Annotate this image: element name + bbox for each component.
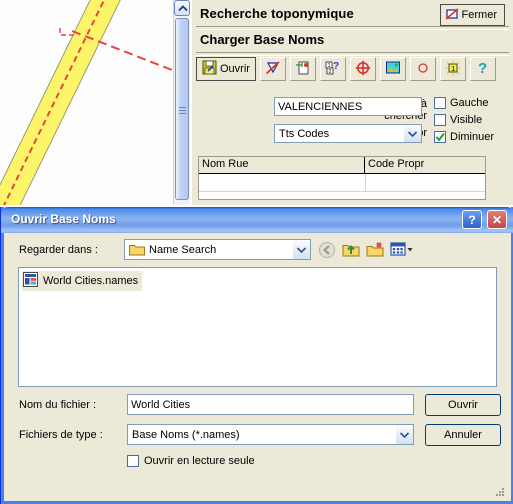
column-header-code-propr[interactable]: Code Propr — [365, 157, 485, 173]
folder-icon — [125, 243, 145, 256]
layer-one-icon: 1 — [445, 60, 461, 79]
checkbox-visible-label: Visible — [450, 114, 483, 126]
file-list[interactable]: World Cities.names — [18, 267, 497, 387]
scrollbar-grip-icon — [179, 107, 186, 114]
picture-icon — [385, 60, 401, 79]
list-item-label: World Cities.names — [43, 275, 139, 287]
up-folder-icon[interactable] — [340, 239, 362, 260]
export-document-button[interactable] — [289, 57, 316, 81]
open-button[interactable]: Ouvrir — [425, 394, 501, 416]
svg-text:?: ? — [478, 60, 487, 76]
filetype-label: Fichiers de type : — [19, 429, 103, 441]
crosshair-target-icon — [355, 60, 371, 79]
dialog-body: Regarder dans : Name Search World Cities… — [4, 233, 511, 501]
checkbox-visible-box[interactable] — [434, 114, 446, 126]
chevron-down-icon[interactable] — [403, 125, 421, 142]
chevron-down-icon[interactable] — [292, 240, 310, 259]
toponym-search-panel: Recherche toponymique Fermer Charger Bas… — [191, 0, 513, 205]
checkbox-diminuer-box[interactable] — [434, 131, 446, 143]
names-file-icon — [23, 272, 38, 290]
target-locate-button[interactable] — [349, 57, 376, 81]
map-canvas[interactable] — [0, 0, 190, 205]
numbered-question-icon: 1 2 ? — [325, 60, 341, 79]
views-icon[interactable] — [388, 239, 416, 260]
dialog-close-button[interactable]: ✕ — [487, 210, 507, 229]
checkbox-diminuer[interactable]: Diminuer — [434, 131, 494, 143]
document-arrow-icon — [295, 60, 311, 79]
filename-input[interactable] — [127, 394, 414, 415]
circle-outline-icon — [416, 61, 430, 78]
svg-text:1: 1 — [451, 66, 455, 73]
picture-layer-button[interactable] — [379, 57, 406, 81]
svg-text:?: ? — [333, 61, 339, 72]
panel-toolbar: Ouvrir 1 2 ? 1 ? — [196, 57, 496, 81]
list-item[interactable]: World Cities.names — [22, 271, 143, 291]
chevron-down-icon[interactable] — [395, 425, 413, 444]
cell-code-propr — [366, 174, 485, 191]
new-folder-icon[interactable] — [364, 239, 386, 260]
checkbox-diminuer-label: Diminuer — [450, 131, 495, 143]
filetype-combo[interactable]: Base Noms (*.names) — [127, 424, 414, 445]
column-header-nom-rue[interactable]: Nom Rue — [199, 157, 365, 173]
dialog-help-button[interactable]: ? — [462, 210, 482, 229]
results-grid-header: Nom Rue Code Propr — [199, 157, 485, 174]
readonly-checkbox-box[interactable] — [127, 455, 139, 467]
checkbox-gauche-box[interactable] — [434, 97, 446, 109]
delete-crossed-icon — [265, 60, 281, 79]
layer-one-button[interactable]: 1 — [439, 57, 466, 81]
checkbox-gauche-label: Gauche — [450, 97, 489, 109]
readonly-checkbox-label: Ouvrir en lecture seule — [144, 455, 255, 467]
cancel-button[interactable]: Annuler — [425, 424, 501, 446]
query-codes-button[interactable]: 1 2 ? — [319, 57, 346, 81]
look-in-label: Regarder dans : — [19, 244, 98, 256]
code-propr-value: Tts Codes — [279, 127, 330, 140]
open-base-button[interactable]: Ouvrir — [196, 57, 256, 81]
back-icon[interactable] — [316, 239, 338, 260]
map-road-centerline — [0, 0, 127, 205]
close-crossed-icon — [445, 7, 459, 24]
checkbox-visible[interactable]: Visible — [434, 114, 482, 126]
filetype-value: Base Noms (*.names) — [132, 428, 240, 441]
svg-text:2: 2 — [329, 69, 332, 75]
close-panel-button[interactable]: Fermer — [439, 4, 505, 26]
divider-2 — [196, 52, 509, 56]
open-file-dialog: Ouvrir Base Noms ? ✕ Regarder dans : Nam… — [0, 207, 513, 504]
look-in-value: Name Search — [149, 243, 217, 256]
resize-grip-icon[interactable] — [495, 487, 505, 497]
delete-base-button[interactable] — [259, 57, 286, 81]
scrollbar-thumb[interactable] — [175, 18, 189, 200]
cell-nom-rue — [199, 174, 366, 191]
panel-subtitle: Charger Base Noms — [200, 32, 325, 47]
help-button[interactable]: ? — [469, 57, 496, 81]
scroll-up-arrow-icon[interactable] — [174, 0, 190, 16]
table-row[interactable] — [199, 174, 485, 192]
circle-marker-button[interactable] — [409, 57, 436, 81]
floppy-disk-open-icon — [202, 60, 217, 78]
open-base-label: Ouvrir — [220, 63, 250, 75]
map-road-polygon — [0, 0, 139, 205]
divider-1 — [196, 26, 509, 30]
dialog-title: Ouvrir Base Noms — [11, 212, 116, 226]
readonly-checkbox-row[interactable]: Ouvrir en lecture seule — [127, 455, 255, 467]
checkbox-gauche[interactable]: Gauche — [434, 97, 489, 109]
results-grid[interactable]: Nom Rue Code Propr — [198, 156, 486, 200]
question-mark-icon: ? — [475, 60, 491, 79]
map-vertical-scrollbar[interactable] — [173, 0, 190, 205]
code-propr-combo[interactable]: Tts Codes — [274, 124, 422, 143]
look-in-combo[interactable]: Name Search — [124, 239, 311, 260]
dialog-titlebar[interactable]: Ouvrir Base Noms ? ✕ — [1, 207, 513, 233]
search-name-input[interactable] — [274, 97, 422, 116]
filename-label: Nom du fichier : — [19, 399, 97, 411]
close-panel-label: Fermer — [461, 9, 497, 21]
